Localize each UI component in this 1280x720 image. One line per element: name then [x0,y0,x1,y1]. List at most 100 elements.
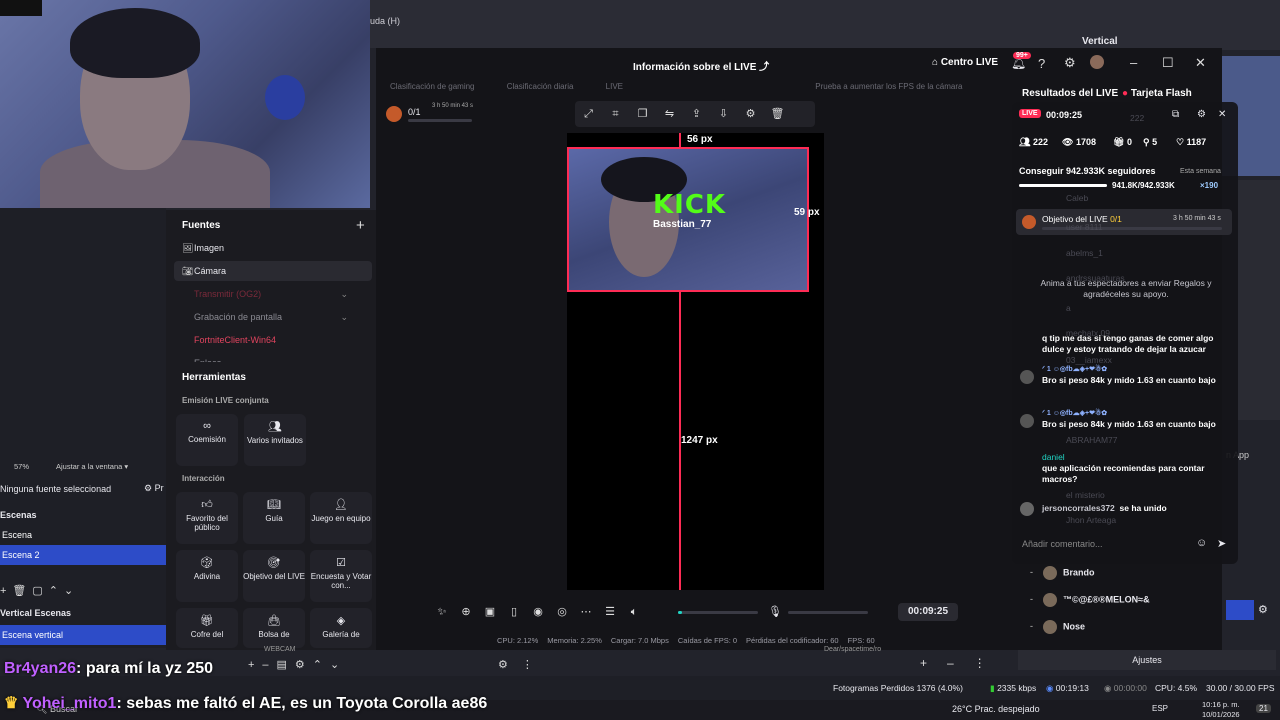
mic-slider[interactable] [788,611,868,614]
chat-badge: ᐟ 1 ☺◎fb☁◈+❤☃✿ [1042,366,1108,373]
interaction-tool[interactable]: 🎁︎ Cofre del [176,608,238,648]
trash-icon[interactable]: 🗑︎ [764,101,791,127]
help-icon[interactable]: ? [1038,56,1045,71]
tab-live[interactable]: LIVE [606,82,623,91]
send-icon[interactable]: ➤ [1217,537,1226,550]
minimize-button[interactable]: – [1130,55,1137,70]
fit-mode[interactable]: Ajustar a la ventana ▾ [56,462,128,471]
user-row[interactable]: - ™©@£®®MELON≈& [1030,593,1150,607]
chat-avatar[interactable] [1020,370,1034,384]
user-avatar [1043,593,1057,607]
gift-icon: 🎁︎ [1113,137,1125,147]
interaction-tool[interactable]: 🎲︎ Adivina [176,550,238,602]
obs-menu-item[interactable]: uda (H) [370,16,400,26]
centro-live-button[interactable]: ⌂ Centro LIVE [932,57,998,68]
interaction-tool[interactable]: ◈ Galería de [310,608,372,648]
scene-controls[interactable]: +🗑︎▢⌃⌄ [0,584,79,597]
notification-count[interactable]: 21 [1256,704,1271,713]
tab-fps-tip[interactable]: Prueba a aumentar los FPS de la cámara [815,82,962,91]
tool-label: Cofre del [190,630,224,639]
tab-daily[interactable]: Clasificación diaria [507,82,574,91]
obs-webcam-label: WEBCAM [264,646,296,653]
tool-icon: 🎁︎ [200,615,214,627]
mixer-icon[interactable]: ☰ [598,600,622,624]
interaction-tool[interactable]: 📖︎ Guía [243,492,305,544]
interaction-tool[interactable]: ☑︎ Encuesta y Votar con... [310,550,372,602]
properties-button[interactable]: ⚙ Pr [144,483,164,494]
chat-avatar[interactable] [1020,414,1034,428]
vertical-scene-item[interactable]: Escena vertical [0,625,166,645]
avatar[interactable] [1090,55,1104,69]
source-item[interactable]: 📷︎Cámara [174,261,372,281]
clock-time[interactable]: 10:16 p. m. [1202,700,1240,709]
source-item[interactable]: Grabación de pantalla ⌄ [174,307,372,327]
chat-close-icon[interactable]: ✕ [1218,109,1226,120]
weather[interactable]: 26°C Prac. despejado [952,704,1040,714]
user-row[interactable]: - Nose [1030,620,1085,634]
obs-source-controls[interactable]: +–▤⚙⌃⌄ [248,658,347,671]
co-live-tool[interactable]: 👥︎ Varios invitados [244,414,306,466]
interaction-tool[interactable]: 👍︎ Favorito del público [176,492,238,544]
source-label: Cámara [194,266,227,276]
top-measure: 56 px [687,134,713,145]
volume-slider[interactable] [678,611,758,614]
maximize-button[interactable]: ☐ [1162,55,1174,71]
gift-hint: Anima a tus espectadores a enviar Regalo… [1040,278,1212,299]
share-icon[interactable]: ⤴ [759,62,769,73]
more-icon[interactable]: ⋯ [574,600,598,624]
flip-icon[interactable]: ⇋ [656,101,683,127]
perf-stats: CPU: 2.12% Memoria: 2.25% Cargar: 7.0 Mbps… [497,636,884,645]
tab-gaming[interactable]: Clasificación de gaming [390,82,475,91]
chat-text: Bro si peso 84k y mido 1.63 en cuanto ba… [1042,419,1216,429]
tool-icon: 📖︎ [267,499,281,511]
live-info-title[interactable]: Información sobre el LIVE ⤴ [633,58,769,73]
interaction-tool[interactable]: 👜︎ Bolsa de [243,608,305,648]
guests-icon: 👥︎ [268,421,282,433]
popout-icon[interactable]: ⧉ [1172,109,1179,120]
add-source-button[interactable]: + [356,217,365,234]
source-item[interactable]: Transmitir (OG2) ⌄ [174,284,372,304]
layer-down-icon[interactable]: ⇩ [710,101,737,127]
adjust-button[interactable]: Ajustes [1018,650,1276,670]
emoji-icon[interactable]: ☺ [1196,537,1207,549]
obs-mixer-controls[interactable]: ⚙⋮ [498,658,547,671]
comment-input[interactable]: Añadir comentario... ☺ ➤ [1016,535,1226,555]
mic-icon[interactable]: 🎙︎ [768,605,782,618]
language[interactable]: ESP [1152,704,1168,713]
chat-settings-icon[interactable]: ⚙ [1197,109,1206,120]
settings-icon[interactable]: ⚙ [737,101,764,127]
zoom-level[interactable]: 57% [14,462,29,471]
target-icon[interactable]: ◎ [550,600,574,624]
duplicate-icon[interactable]: ❐ [629,101,656,127]
close-button[interactable]: ✕ [1195,55,1206,71]
stat-item: Cargar: 7.0 Mbps [610,636,669,645]
kbps: ▮ 2335 kbps [990,683,1037,693]
source-item[interactable]: FortniteClient-Win64 [174,330,372,350]
source-item[interactable]: 🖼︎Imagen [174,238,372,258]
gear-icon[interactable]: ⚙ [1064,55,1076,71]
clock-date[interactable]: 10/01/2026 [1202,710,1240,719]
phone-icon[interactable]: ▯ [502,600,526,624]
obs-transition-controls[interactable]: +–⋮ [920,656,1006,670]
obs-settings-icon[interactable]: ⚙ [1258,603,1268,616]
layer-up-icon[interactable]: ⇪ [683,101,710,127]
chat-username[interactable]: daniel [1042,452,1227,463]
flash-card-button[interactable]: ● Tarjeta Flash [1122,88,1192,99]
live-goal-card[interactable]: Objetivo del LIVE 0/1 3 h 50 min 43 s [1016,209,1232,235]
user-row[interactable]: - Brando [1030,566,1095,580]
magic-icon[interactable]: ✨︎ [430,600,454,624]
speaker-icon[interactable]: 🔈︎ [622,600,646,624]
chevron-down-icon[interactable]: ⌄ [340,307,348,327]
interaction-tool[interactable]: 👤︎ Juego en equipo [310,492,372,544]
record-icon[interactable]: ◉ [526,600,550,624]
gift-goal-widget[interactable]: 0/1 3 h 50 min 43 s [384,102,476,124]
add-icon[interactable]: ⊕ [454,600,478,624]
interaction-tool[interactable]: 🎯︎ Objetivo del LIVE [243,550,305,602]
scene-item[interactable]: Escena [0,525,166,545]
chevron-down-icon[interactable]: ⌄ [340,284,348,304]
resize-icon[interactable]: ⤢ [575,101,602,127]
crop-icon[interactable]: ⌗ [602,101,629,127]
scene-item[interactable]: Escena 2 [0,545,166,565]
co-live-tool[interactable]: ∞ Coemisión [176,414,238,466]
layout-icon[interactable]: ▣ [478,600,502,624]
